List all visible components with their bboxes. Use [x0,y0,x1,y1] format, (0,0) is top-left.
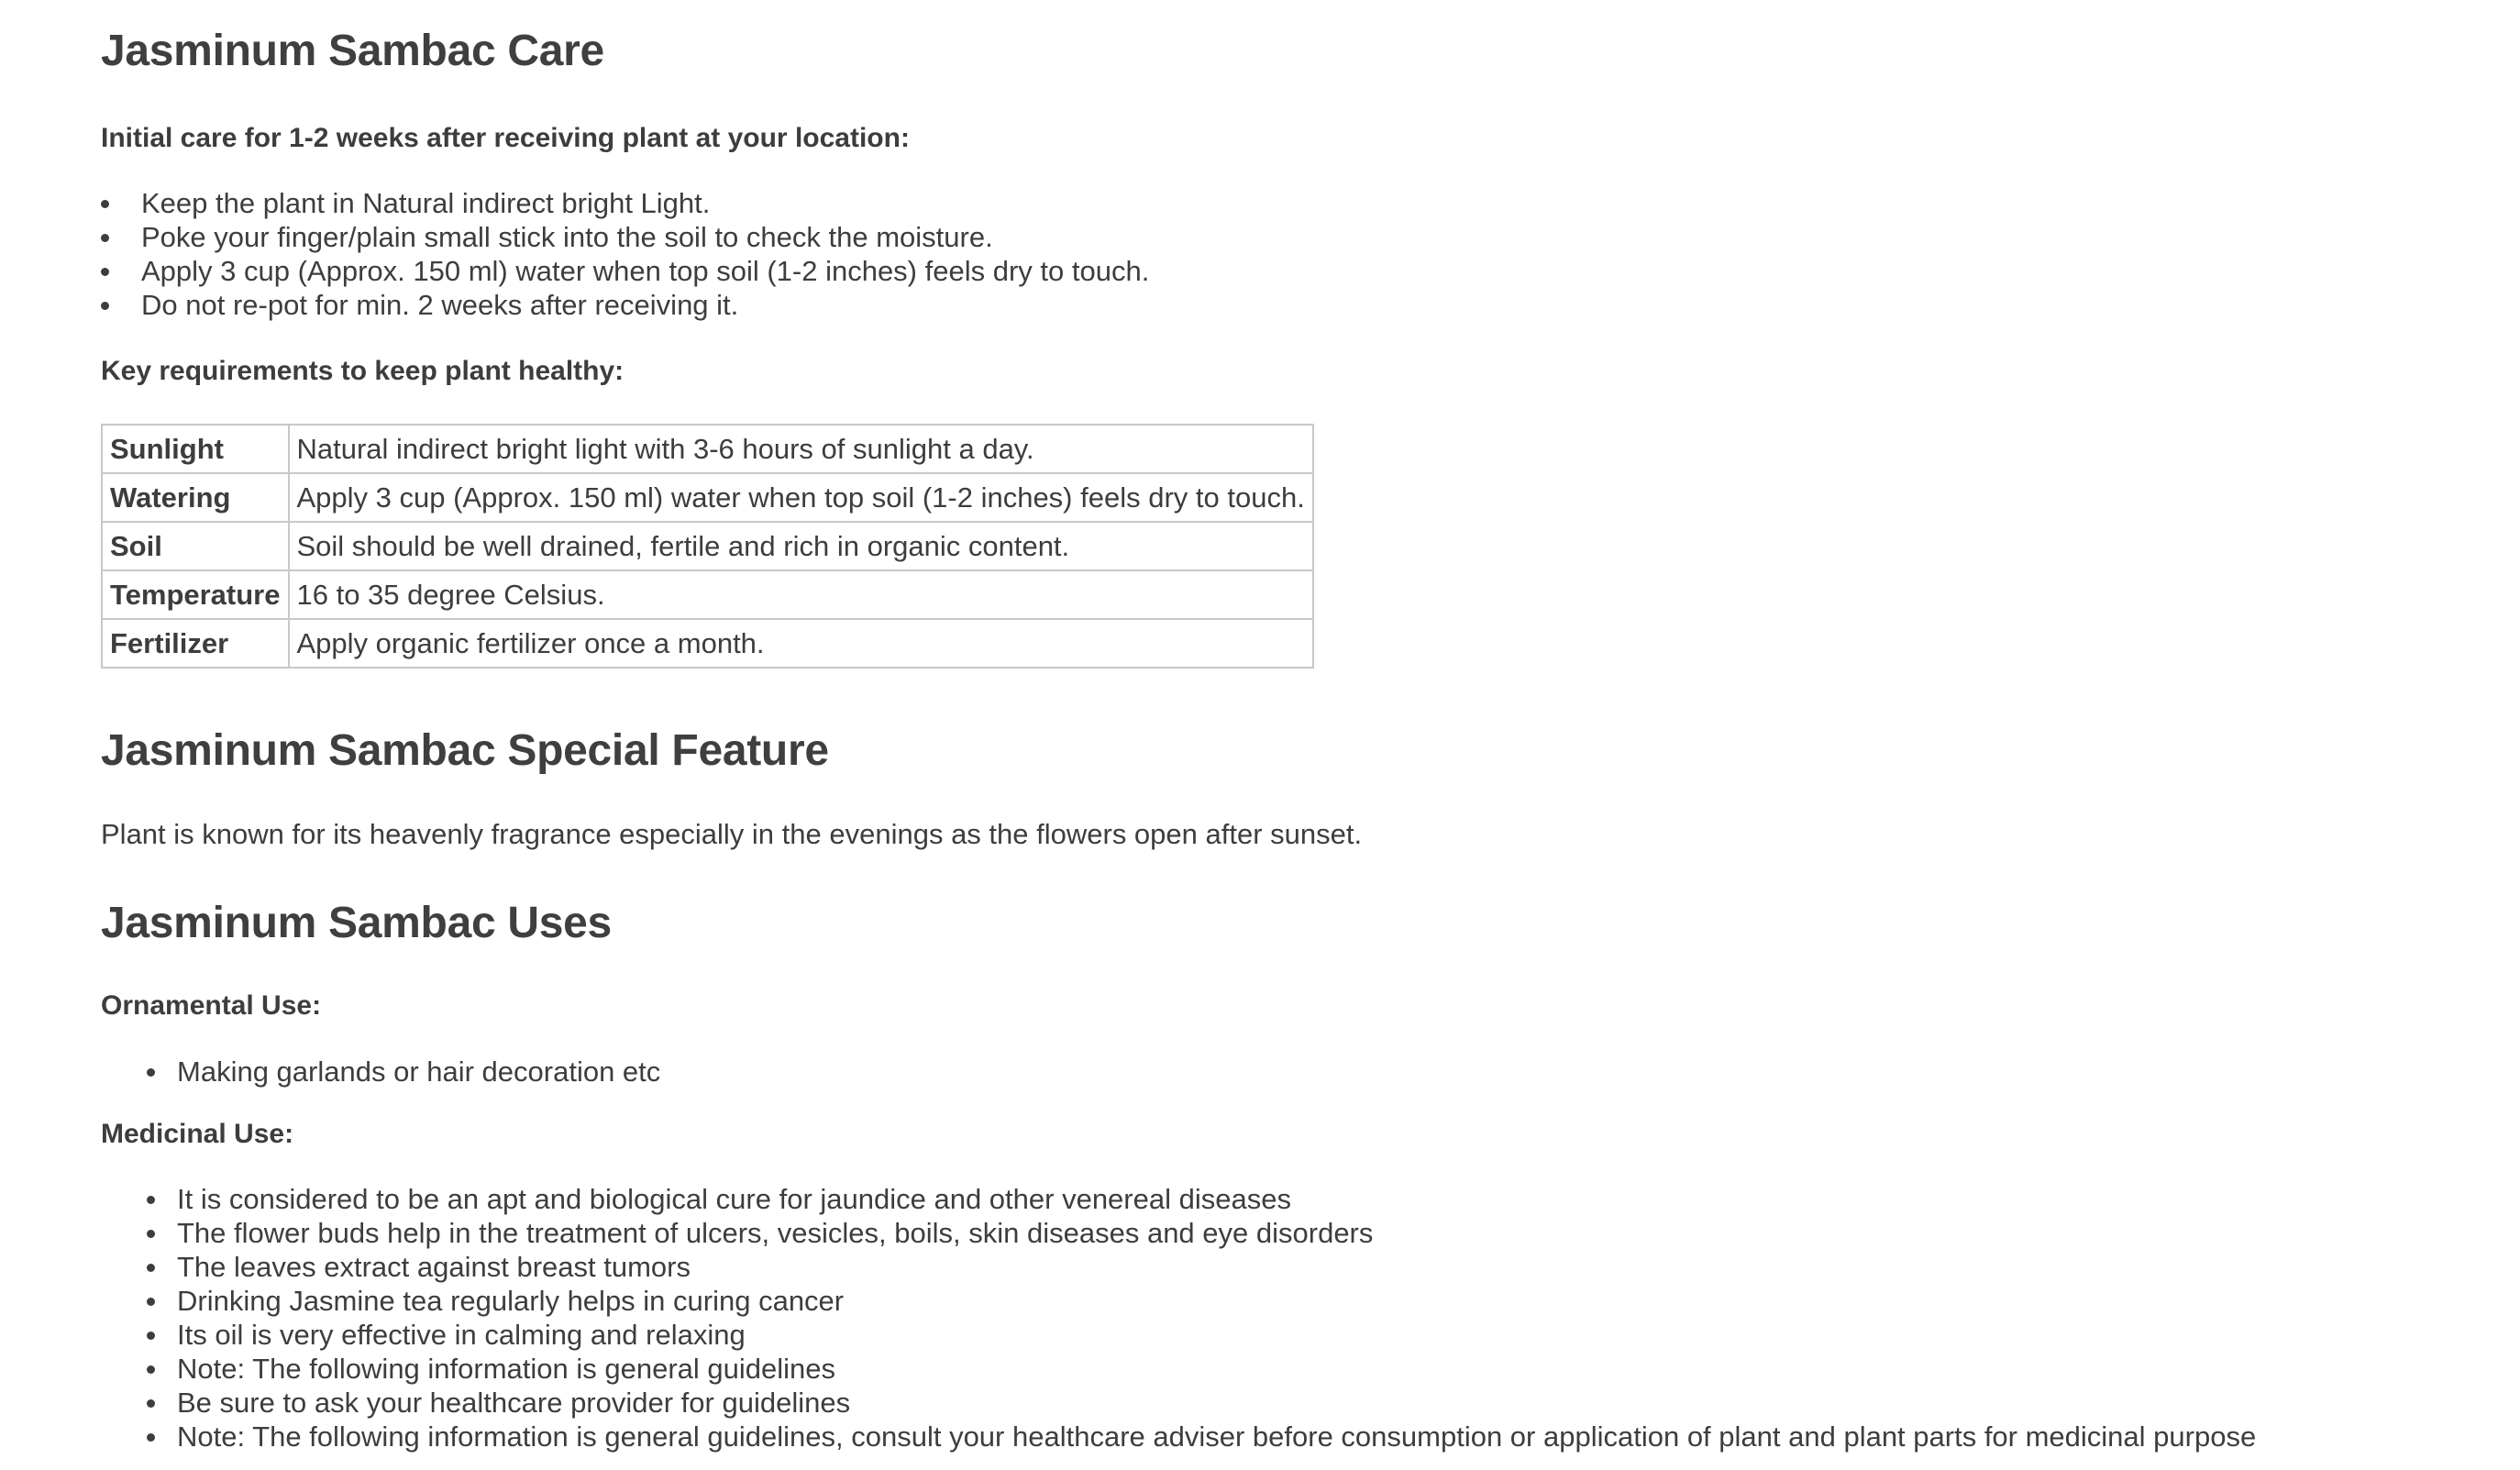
list-item: Note: The following information is gener… [147,1352,2256,1386]
requirement-key: Watering [101,472,290,523]
requirement-key: Soil [101,521,290,571]
list-item: It is considered to be an apt and biolog… [147,1182,2256,1216]
list-item: Its oil is very effective in calming and… [147,1318,2256,1352]
initial-care-list: Keep the plant in Natural indirect brigh… [101,186,1149,322]
table-row: Fertilizer Apply organic fertilizer once… [101,618,1314,669]
list-item: Poke your finger/plain small stick into … [101,220,1149,254]
list-item: Drinking Jasmine tea regularly helps in … [147,1284,2256,1318]
care-heading: Jasminum Sambac Care [101,27,604,75]
page-content: Jasminum Sambac Care Initial care for 1-… [0,0,2520,1470]
list-item: The flower buds help in the treatment of… [147,1216,2256,1250]
list-item: Keep the plant in Natural indirect brigh… [101,186,1149,220]
feature-heading: Jasminum Sambac Special Feature [101,726,829,775]
requirement-key: Sunlight [101,424,290,474]
requirements-table: Sunlight Natural indirect bright light w… [101,424,1314,669]
requirement-value: Natural indirect bright light with 3-6 h… [287,424,1314,474]
initial-care-label: Initial care for 1-2 weeks after receivi… [101,123,910,153]
requirement-value: Apply organic fertilizer once a month. [287,618,1314,669]
ornamental-use-label: Ornamental Use: [101,990,322,1021]
requirement-key: Fertilizer [101,618,290,669]
table-row: Temperature 16 to 35 degree Celsius. [101,569,1314,620]
medicinal-use-list: It is considered to be an apt and biolog… [147,1182,2256,1453]
list-item: Be sure to ask your healthcare provider … [147,1386,2256,1420]
table-row: Watering Apply 3 cup (Approx. 150 ml) wa… [101,472,1314,523]
requirements-label: Key requirements to keep plant healthy: [101,356,624,386]
feature-text: Plant is known for its heavenly fragranc… [101,818,1363,850]
table-row: Sunlight Natural indirect bright light w… [101,424,1314,474]
requirement-value: Soil should be well drained, fertile and… [287,521,1314,571]
list-item: The leaves extract against breast tumors [147,1250,2256,1284]
medicinal-use-label: Medicinal Use: [101,1119,294,1149]
requirement-key: Temperature [101,569,290,620]
ornamental-use-list: Making garlands or hair decoration etc [147,1055,660,1089]
requirement-value: 16 to 35 degree Celsius. [287,569,1314,620]
table-row: Soil Soil should be well drained, fertil… [101,521,1314,571]
list-item: Apply 3 cup (Approx. 150 ml) water when … [101,254,1149,288]
list-item: Making garlands or hair decoration etc [147,1055,660,1089]
list-item: Note: The following information is gener… [147,1420,2256,1453]
uses-heading: Jasminum Sambac Uses [101,899,612,947]
list-item: Do not re-pot for min. 2 weeks after rec… [101,288,1149,322]
requirement-value: Apply 3 cup (Approx. 150 ml) water when … [287,472,1314,523]
